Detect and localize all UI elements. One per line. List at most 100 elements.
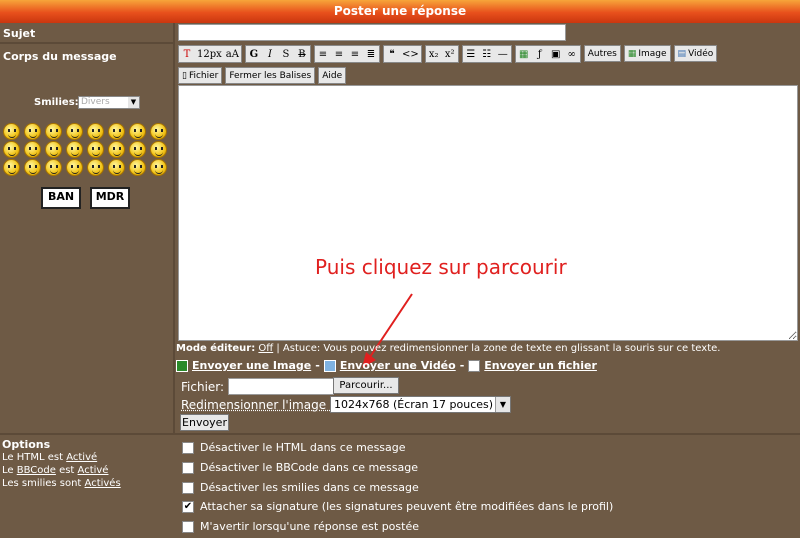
checkbox-label: M'avertir lorsqu'une réponse est postée — [200, 520, 419, 533]
bold-button[interactable]: G — [246, 46, 262, 62]
option-disable-html[interactable]: Désactiver le HTML dans ce message — [182, 441, 406, 454]
others-button[interactable]: Autres — [583, 45, 621, 62]
text-color-icon[interactable]: T — [179, 46, 195, 62]
align-right-icon[interactable]: ≡ — [347, 46, 363, 62]
chevron-down-icon: ▼ — [495, 397, 510, 412]
align-center-icon[interactable]: ≡ — [331, 46, 347, 62]
smilies-status-line: Les smilies sont Activés — [2, 477, 121, 490]
body-label: Corps du message — [3, 50, 117, 63]
file-icon: ▯ — [182, 70, 187, 81]
smiley-icon[interactable] — [108, 141, 125, 158]
quote-icon[interactable]: ❝ — [384, 46, 400, 62]
file-button[interactable]: ▯ Fichier — [178, 67, 223, 84]
checkbox[interactable] — [182, 481, 194, 494]
smiley-icon[interactable] — [45, 159, 62, 176]
smiley-icon[interactable] — [66, 159, 83, 176]
close-tags-button[interactable]: Fermer les Balises — [225, 67, 316, 84]
underline-button[interactable]: B — [294, 46, 310, 62]
table-icon[interactable]: ▦ — [516, 46, 532, 62]
smiley-icon[interactable] — [129, 141, 146, 158]
image-button[interactable]: ▦ Image — [623, 45, 671, 62]
option-attach-signature[interactable]: ✔ Attacher sa signature (les signatures p… — [182, 500, 613, 513]
numbered-list-icon[interactable]: ☷ — [479, 46, 495, 62]
smiley-icon[interactable] — [24, 159, 41, 176]
bbcode-status-link[interactable]: Activé — [78, 465, 109, 476]
subject-input[interactable] — [178, 24, 566, 41]
html-status-link[interactable]: Activé — [66, 452, 97, 463]
send-image-link[interactable]: Envoyer une Image — [192, 359, 311, 372]
checkbox-checked[interactable]: ✔ — [182, 500, 194, 513]
annotation-text: Puis cliquez sur parcourir — [315, 255, 567, 279]
smilies-label: Smilies: — [34, 97, 79, 108]
bbcode-link[interactable]: BBCode — [17, 465, 56, 476]
align-justify-icon[interactable]: ≣ — [363, 46, 379, 62]
option-disable-bbcode[interactable]: Désactiver le BBCode dans ce message — [182, 461, 418, 474]
annotation-arrow — [362, 293, 413, 368]
code-icon[interactable]: <> — [400, 46, 421, 62]
help-button[interactable]: Aide — [318, 67, 347, 84]
smiley-icon[interactable] — [108, 159, 125, 176]
checkbox-label: Attacher sa signature (les signatures pe… — [200, 500, 614, 513]
superscript-icon[interactable]: x² — [442, 46, 458, 62]
html-status-prefix: Le HTML est — [2, 452, 67, 463]
bullet-list-icon[interactable]: ☰ — [463, 46, 479, 62]
smiley-icon[interactable] — [24, 141, 41, 158]
send-video-link[interactable]: Envoyer une Vidéo — [340, 359, 456, 372]
ban-sign-smiley[interactable]: BAN — [41, 187, 81, 209]
checkbox[interactable] — [182, 441, 194, 454]
smiley-icon[interactable] — [87, 123, 104, 140]
video-button[interactable]: ▤ Vidéo — [673, 45, 718, 62]
smilies-select-value: Divers — [81, 97, 110, 107]
option-disable-smilies[interactable]: Désactiver les smilies dans ce message — [182, 481, 419, 494]
font-size-select[interactable]: 12px — [195, 46, 224, 62]
smilies-select[interactable]: Divers ▼ — [78, 96, 140, 109]
smiley-icon[interactable] — [3, 159, 20, 176]
row-divider — [0, 42, 173, 44]
link-icon[interactable]: ∞ — [564, 46, 580, 62]
resize-select[interactable]: 1024x768 (Écran 17 pouces) ▼ — [330, 396, 511, 413]
options-heading: Options — [2, 438, 51, 451]
align-left-icon[interactable]: ≡ — [315, 46, 331, 62]
smiley-icon[interactable] — [150, 159, 167, 176]
option-notify-reply[interactable]: M'avertir lorsqu'une réponse est postée — [182, 520, 419, 533]
smiley-icon[interactable] — [66, 123, 83, 140]
page-title: Poster une réponse — [0, 0, 800, 23]
smiley-icon[interactable] — [66, 141, 83, 158]
mdr-sign-smiley[interactable]: MDR — [90, 187, 130, 209]
resize-tip: | Astuce: Vous pouvez redimensionner la … — [273, 343, 721, 354]
strike-button[interactable]: S — [278, 46, 294, 62]
browse-button[interactable]: Parcourir... — [333, 377, 399, 394]
smiley-icon[interactable] — [45, 123, 62, 140]
bbcode-status-line: Le BBCode est Activé — [2, 464, 121, 477]
smiley-icon[interactable] — [45, 141, 62, 158]
smiley-icon[interactable] — [129, 123, 146, 140]
smiley-icon[interactable] — [87, 159, 104, 176]
smilies-status-link[interactable]: Activés — [85, 478, 121, 489]
smiley-icon[interactable] — [3, 123, 20, 140]
send-file-link[interactable]: Envoyer un fichier — [484, 359, 597, 372]
font-face-icon[interactable]: aA — [224, 46, 241, 62]
smiley-icon[interactable] — [24, 123, 41, 140]
bbcode-prefix: Le — [2, 465, 17, 476]
flash-icon[interactable]: ƒ — [532, 46, 548, 62]
horizontal-rule-icon[interactable]: — — [495, 46, 511, 62]
smiley-icon[interactable] — [87, 141, 104, 158]
checkbox[interactable] — [182, 461, 194, 474]
editor-toolbar-secondary: ▯ Fichier Fermer les Balises Aide — [178, 67, 347, 84]
smiley-icon[interactable] — [3, 141, 20, 158]
smiley-icon[interactable] — [150, 123, 167, 140]
message-textarea[interactable] — [178, 85, 798, 341]
file-label: Fichier: — [181, 380, 225, 394]
send-upload-button[interactable]: Envoyer — [180, 414, 229, 431]
smiley-icon[interactable] — [108, 123, 125, 140]
mode-toggle-link[interactable]: Off — [258, 343, 273, 354]
checkbox[interactable] — [182, 520, 194, 533]
smiley-icon[interactable] — [129, 159, 146, 176]
file-path-input[interactable] — [228, 378, 334, 395]
embed-icon[interactable]: ▣ — [548, 46, 564, 62]
chevron-down-icon: ▼ — [128, 97, 139, 108]
image-button-label: Image — [638, 48, 667, 59]
italic-button[interactable]: I — [262, 46, 278, 62]
subscript-icon[interactable]: x₂ — [426, 46, 442, 62]
smiley-icon[interactable] — [150, 141, 167, 158]
